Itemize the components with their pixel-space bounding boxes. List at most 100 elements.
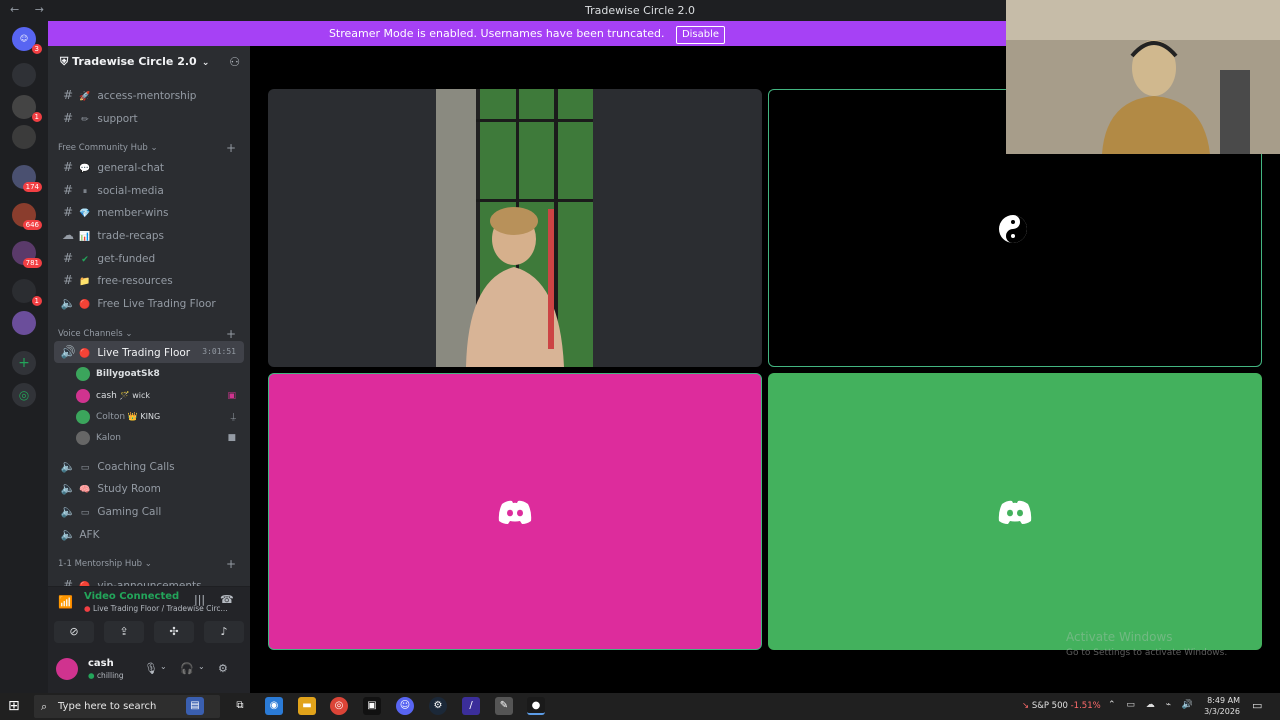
channel-support[interactable]: # ✏ support	[54, 107, 244, 129]
banner-text: Streamer Mode is enabled. Usernames have…	[328, 27, 665, 40]
add-member-icon[interactable]: ⚇	[229, 46, 240, 78]
soundboard-button[interactable]: ♪	[204, 621, 244, 643]
chevron-down-icon: ⌄	[125, 329, 133, 339]
server-icon-1[interactable]	[12, 63, 36, 87]
system-tray[interactable]: ⌃ ▭ ☁ ⌁ 🔊	[1108, 700, 1197, 710]
discord-icon	[998, 500, 1032, 524]
add-server-button[interactable]: +	[12, 351, 36, 375]
voice-location[interactable]: ● Live Trading Floor / Tradewise Circ...	[84, 604, 228, 613]
mention-badge: 1	[31, 296, 42, 306]
soundboard-icon: ♪	[220, 625, 228, 638]
category-voice-channels[interactable]: Voice Channels ⌄ +	[58, 326, 244, 342]
avatar	[76, 430, 90, 445]
home-button[interactable]: ☺ 3	[12, 27, 42, 54]
webcam-feed-icon	[1006, 0, 1280, 154]
category-mentorship-hub[interactable]: 1-1 Mentorship Hub ⌄ +	[58, 556, 244, 572]
channel-vip-announcements[interactable]: #🔴 vip-announcements	[54, 574, 244, 586]
plus-icon: +	[18, 355, 30, 371]
noise-suppression-icon[interactable]: |||	[194, 593, 205, 606]
chevron-down-icon[interactable]: ⌄	[198, 662, 205, 671]
explore-button[interactable]: ◎	[12, 383, 36, 407]
speaker-icon: 🔈	[60, 504, 76, 518]
stock-ticker[interactable]: ↘ S&P 500 -1.51%	[1022, 701, 1101, 711]
video-tile-camera[interactable]	[268, 89, 762, 367]
discord-icon	[498, 500, 532, 524]
voice-member[interactable]: cash 🪄 wick ▣	[76, 386, 244, 406]
plus-icon[interactable]: +	[226, 556, 236, 572]
channel-trade-recaps[interactable]: ☁ 📊 trade-recaps	[54, 224, 244, 246]
obs-icon[interactable]: ●	[527, 697, 545, 715]
channel-access-mentorship[interactable]: # 🚀 access-mentorship	[54, 84, 244, 106]
server-icon-3[interactable]	[12, 125, 36, 149]
voice-channel-live-trading-floor[interactable]: 🔊 🔴 Live Trading Floor 3:01:51	[54, 341, 244, 363]
chevron-down-icon: ⌄	[144, 559, 152, 569]
avatar[interactable]	[56, 658, 78, 680]
disable-button[interactable]: Disable	[675, 26, 726, 44]
server-icon-6[interactable]: 781	[12, 241, 42, 268]
camera-off-button[interactable]: ⊘	[54, 621, 94, 643]
news-widget-icon[interactable]: ▤	[186, 697, 204, 715]
app-icon[interactable]: /	[462, 697, 480, 715]
notification-icon[interactable]: ▭	[1252, 699, 1262, 712]
headphones-icon[interactable]: 🎧	[180, 662, 194, 675]
monitor-icon: ▭	[80, 463, 90, 473]
app-icon-2[interactable]: ✎	[495, 697, 513, 715]
username[interactable]: cash	[88, 658, 114, 669]
channel-get-funded[interactable]: # ✔ get-funded	[54, 247, 244, 269]
voice-channel-afk[interactable]: 🔈 AFK	[54, 523, 244, 545]
plus-icon[interactable]: +	[226, 140, 236, 156]
channel-free-resources[interactable]: # 📁 free-resources	[54, 269, 244, 291]
server-icon-5[interactable]: 646	[12, 203, 42, 230]
copilot-icon[interactable]: ◉	[265, 697, 283, 715]
webcam-overlay	[1006, 0, 1280, 154]
hash-icon: #	[62, 578, 74, 586]
task-view-icon[interactable]: ⧉	[231, 697, 249, 715]
speaker-icon: 🔈	[60, 481, 76, 495]
microphone-icon[interactable]: 🎙	[144, 662, 158, 675]
video-tile-pink[interactable]	[268, 373, 762, 650]
voice-member[interactable]: Colton 👑 KING ⍊	[76, 407, 244, 427]
disconnect-icon[interactable]: ☎	[220, 593, 234, 606]
voice-connected-status[interactable]: Video Connected	[84, 591, 179, 602]
user-panel: cash ● chilling 🎙 ⌄ 🎧 ⌄ ⚙	[48, 648, 250, 693]
voice-channel-coaching-calls[interactable]: 🔈 ▭ Coaching Calls	[54, 455, 244, 477]
chevron-down-icon[interactable]: ⌄	[160, 662, 167, 671]
server-icon-2[interactable]: 1	[12, 95, 42, 122]
activities-button[interactable]: ✣	[154, 621, 194, 643]
plus-icon[interactable]: +	[226, 326, 236, 342]
channel-member-wins[interactable]: # 💎 member-wins	[54, 201, 244, 223]
search-icon: ⌕	[41, 700, 48, 713]
screen-share-button[interactable]: ⇪	[104, 621, 144, 643]
activate-windows-subtitle: Go to Settings to activate Windows.	[1066, 648, 1228, 658]
clock[interactable]: 8:49 AM 3/3/2026	[1204, 695, 1240, 717]
channel-general-chat[interactable]: # 💬 general-chat	[54, 156, 244, 178]
server-icon-4[interactable]: 174	[12, 165, 42, 192]
discord-taskbar-icon[interactable]: ☺	[396, 697, 414, 715]
server-icon-7[interactable]: 1	[12, 279, 42, 306]
video-frame-icon	[436, 89, 593, 367]
terminal-icon[interactable]: ▣	[363, 697, 381, 715]
voice-channel-gaming-call[interactable]: 🔈 ▭ Gaming Call	[54, 500, 244, 522]
speaker-icon: 🔈	[60, 527, 76, 541]
mention-badge: 1	[31, 112, 42, 122]
server-header[interactable]: ⛨ Tradewise Circle 2.0 ⌄ ⚇	[48, 46, 250, 78]
steam-icon[interactable]: ⚙	[429, 697, 447, 715]
mention-badge: 174	[22, 182, 42, 192]
windows-start-icon[interactable]: ⊞	[8, 698, 20, 714]
video-tile-green[interactable]	[768, 373, 1262, 650]
server-icon-8[interactable]	[12, 311, 36, 335]
category-free-community-hub[interactable]: Free Community Hub ⌄ +	[58, 140, 244, 156]
gear-icon[interactable]: ⚙	[218, 662, 228, 675]
voice-channel-study-room[interactable]: 🔈 🧠 Study Room	[54, 477, 244, 499]
call-timer: 3:01:51	[202, 347, 236, 356]
voice-member[interactable]: Kalon ■	[76, 428, 244, 448]
hash-icon: #	[62, 251, 74, 265]
channel-free-live-trading-floor[interactable]: 🔈 🔴 Free Live Trading Floor	[54, 292, 244, 314]
file-explorer-icon[interactable]: ▬	[298, 697, 316, 715]
channel-social-media[interactable]: # ⏸ social-media	[54, 179, 244, 201]
channel-sidebar: ⛨ Tradewise Circle 2.0 ⌄ ⚇ # 🚀 access-men…	[48, 46, 250, 586]
voice-member[interactable]: BillygoatSk8	[76, 364, 244, 384]
compass-icon: ◎	[18, 388, 30, 402]
signal-icon[interactable]: 📶	[58, 595, 73, 609]
chrome-icon[interactable]: ◎	[330, 697, 348, 715]
